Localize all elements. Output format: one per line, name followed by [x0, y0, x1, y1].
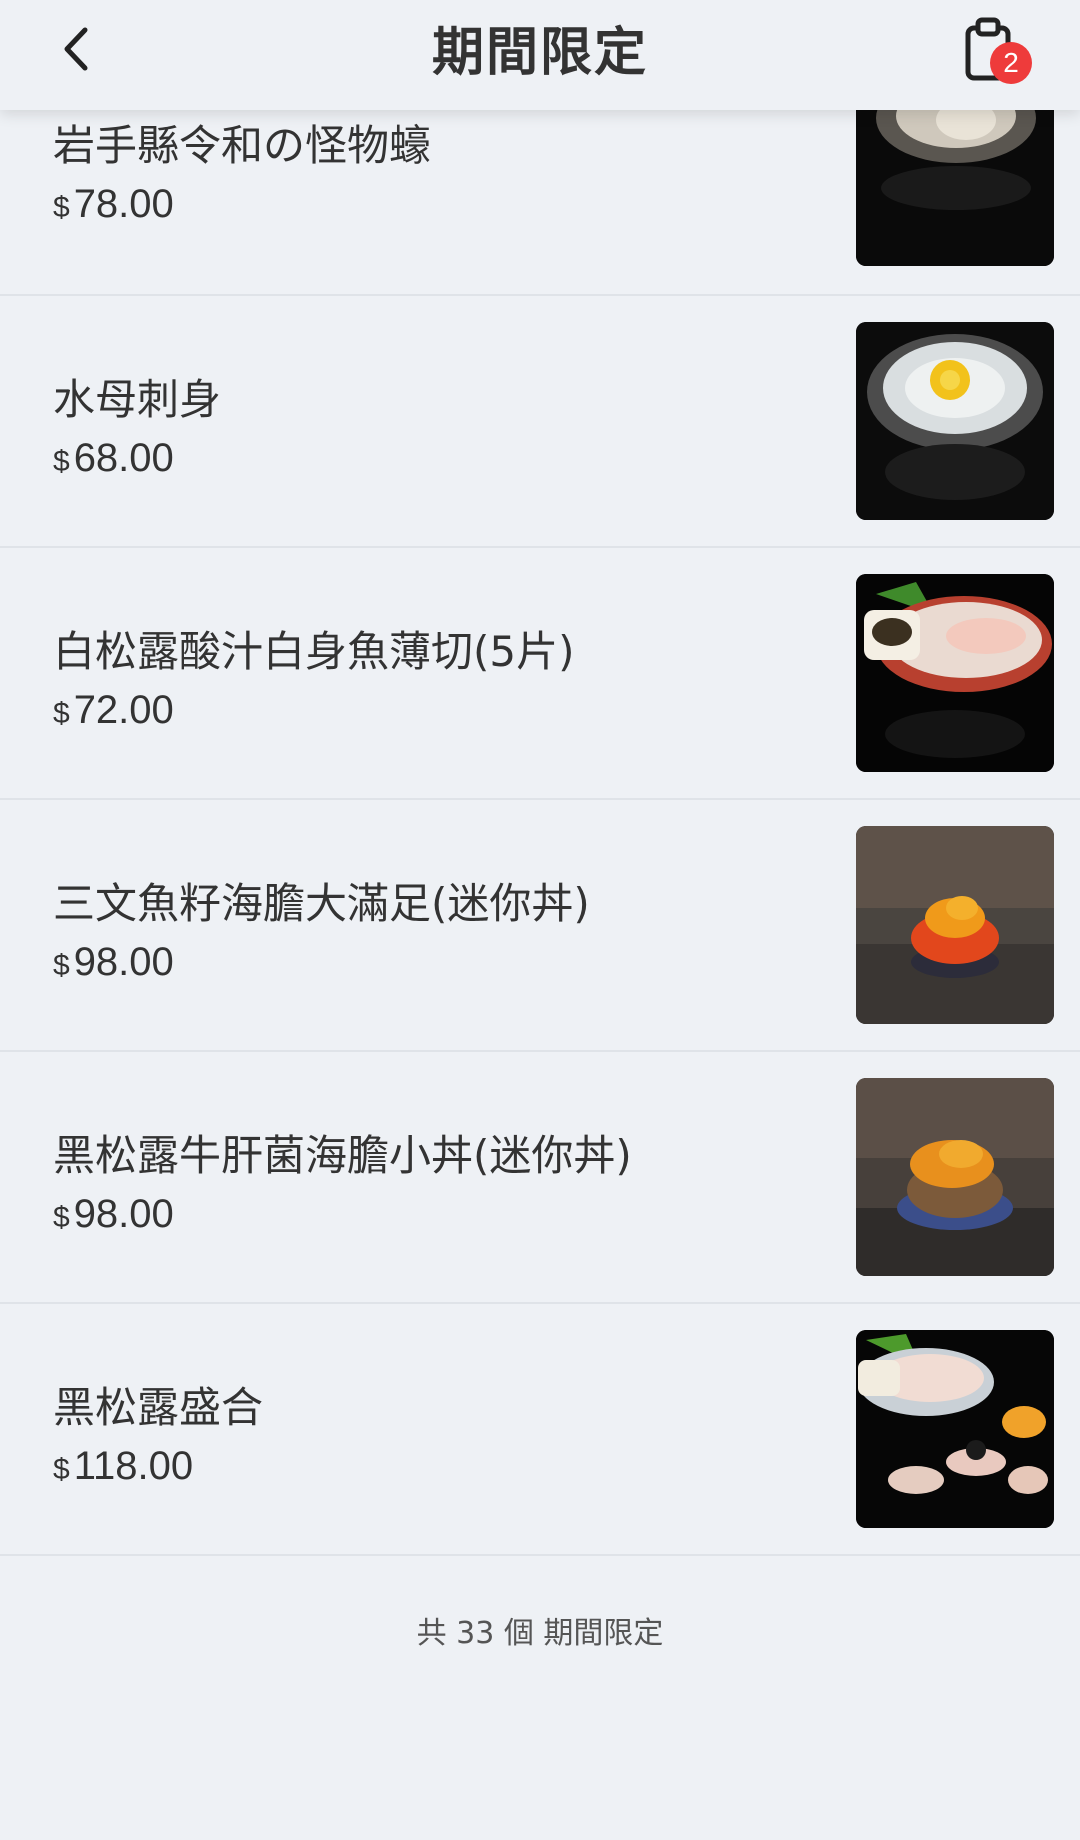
item-price: $98.00 — [53, 1192, 174, 1236]
item-name: 黑松露牛肝菌海膽小丼(迷你丼) — [53, 1131, 632, 1180]
product-list: 岩手縣令和の怪物蠔 $78.00 水母刺身 $68.00 白松露酸汁白身魚薄切(… — [0, 40, 1080, 1556]
item-price: $68.00 — [53, 436, 174, 480]
order-list-button[interactable]: 2 — [960, 14, 1040, 94]
list-item[interactable]: 三文魚籽海膽大滿足(迷你丼) $98.00 — [0, 800, 1080, 1052]
item-name: 黑松露盛合 — [53, 1383, 264, 1432]
truffle-platter-image — [856, 1330, 1054, 1528]
list-item[interactable]: 黑松露牛肝菌海膽小丼(迷你丼) $98.00 — [0, 1052, 1080, 1304]
item-price: $118.00 — [53, 1444, 194, 1488]
item-price: $78.00 — [53, 182, 174, 226]
truffle-uni-don-image — [856, 1078, 1054, 1276]
list-item[interactable]: 白松露酸汁白身魚薄切(5片) $72.00 — [0, 548, 1080, 800]
item-name: 岩手縣令和の怪物蠔 — [53, 121, 432, 170]
white-fish-carpaccio-image — [856, 574, 1054, 772]
top-bar: 期間限定 2 — [0, 0, 1080, 110]
item-price: $98.00 — [53, 940, 174, 984]
list-item[interactable]: 水母刺身 $68.00 — [0, 296, 1080, 548]
salmon-roe-uni-don-image — [856, 826, 1054, 1024]
item-name: 三文魚籽海膽大滿足(迷你丼) — [53, 879, 590, 928]
page-title: 期間限定 — [431, 23, 648, 83]
item-name: 白松露酸汁白身魚薄切(5片) — [53, 627, 575, 676]
list-item[interactable]: 黑松露盛合 $118.00 — [0, 1304, 1080, 1556]
jellyfish-sashimi-image — [856, 322, 1054, 520]
cart-count-badge: 2 — [990, 42, 1032, 84]
item-name: 水母刺身 — [53, 375, 222, 424]
item-count-text: 共 33 個 期間限定 — [416, 1616, 664, 1651]
item-price: $72.00 — [53, 688, 174, 732]
